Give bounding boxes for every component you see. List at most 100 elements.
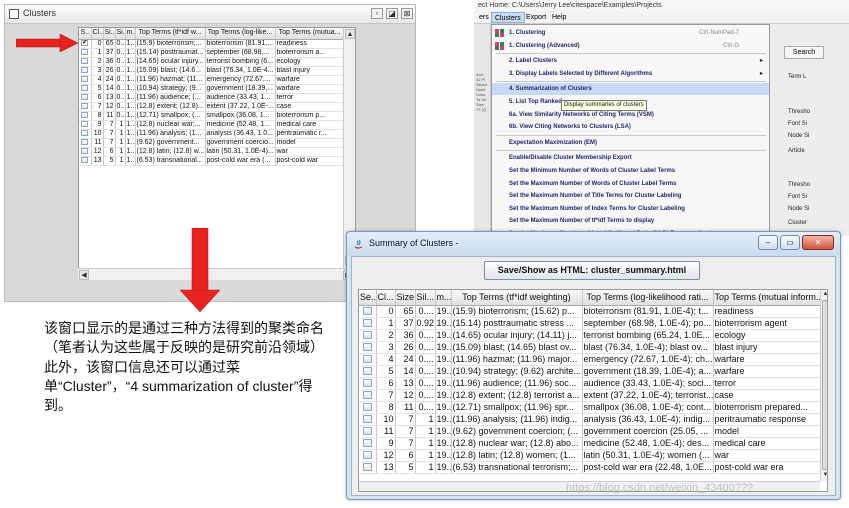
checkbox-icon[interactable] <box>81 48 89 55</box>
menu-item[interactable]: Set the Maximum Number of Title Terms fo… <box>492 190 769 202</box>
checkbox-icon[interactable] <box>362 319 372 328</box>
scroll-up-icon[interactable]: ▲ <box>345 29 355 39</box>
column-header[interactable]: Cl.. <box>91 28 104 40</box>
menu-item[interactable]: Set the Maximum Number of Index Terms fo… <box>492 203 769 215</box>
table-row[interactable]: 12611...(12.8) latin; (12.8) w...latin (… <box>79 147 345 157</box>
close-icon[interactable]: ⊠ <box>401 8 413 19</box>
scroll-down-icon[interactable]: ▼ <box>821 471 827 480</box>
table-row[interactable]: 0650....19...(15.9) bioterrorism; (15.62… <box>359 305 821 318</box>
column-header[interactable]: Top Terms (log-likelihood rati... <box>582 290 714 306</box>
column-header[interactable]: Top Terms (tf*idf w... <box>135 28 206 40</box>
table-row[interactable]: 117119...(9.62) government coercion; (..… <box>359 425 821 438</box>
menu-users[interactable]: ers <box>476 12 492 23</box>
table-row[interactable]: 5140...1...(10.94) strategy; (9...govern… <box>79 84 345 94</box>
table-row[interactable]: 126119...(12.8) latin; (12.8) women; (1.… <box>359 449 821 462</box>
column-header[interactable]: m.. <box>125 28 136 40</box>
select-checkbox[interactable] <box>359 365 377 378</box>
scroll-up-icon[interactable]: ▲ <box>821 290 827 299</box>
checkbox-icon[interactable] <box>81 147 89 154</box>
checkbox-icon[interactable] <box>362 415 372 424</box>
select-checkbox[interactable] <box>79 48 92 58</box>
column-header[interactable]: Sil... <box>415 290 436 306</box>
select-checkbox[interactable] <box>359 425 377 438</box>
select-checkbox[interactable] <box>359 413 377 426</box>
table-row[interactable]: 2360...1...(14.65) ocular injury...terro… <box>79 57 345 67</box>
column-header[interactable]: Top Terms (mutual inform... <box>713 290 821 306</box>
select-checkbox[interactable] <box>79 84 92 94</box>
checkbox-icon[interactable] <box>81 138 89 145</box>
table-row[interactable]: 107119...(11.96) analysis; (11.96) indig… <box>359 413 821 426</box>
checkbox-icon[interactable] <box>81 84 89 91</box>
menu-item[interactable]: 1. Clustering Ctrl-NumPad-7 <box>492 27 769 39</box>
column-header[interactable]: S.. <box>79 28 92 40</box>
menu-item[interactable]: Enable/Disable Cluster Membership Export <box>492 152 769 164</box>
select-checkbox[interactable] <box>79 129 92 139</box>
scroll-left-icon[interactable]: ◀ <box>79 270 89 280</box>
select-checkbox[interactable] <box>79 102 92 112</box>
table-row[interactable]: 3260...1...(15.09) blast; (14.6...blast … <box>79 66 345 76</box>
table-row[interactable]: 11711...(9.62) government...government c… <box>79 138 345 148</box>
checkbox-icon[interactable] <box>362 439 372 448</box>
select-checkbox[interactable] <box>359 377 377 390</box>
table-row[interactable]: 5140....19...(10.94) strategy; (9.62) ar… <box>359 365 821 378</box>
table-row[interactable]: 6130....19...(11.96) audience; (11.96) s… <box>359 377 821 390</box>
select-checkbox[interactable] <box>79 57 92 67</box>
menu-clusters[interactable]: Clusters <box>491 12 525 23</box>
column-header[interactable]: Top Terms (tf*idf weighting) <box>451 290 583 306</box>
table-row[interactable]: 2360....19...(14.65) ocular injury; (14.… <box>359 329 821 342</box>
minimize-button[interactable]: – <box>758 235 778 250</box>
select-checkbox[interactable] <box>359 437 377 450</box>
select-checkbox[interactable] <box>79 156 92 166</box>
checkbox-icon[interactable] <box>362 427 372 436</box>
checkbox-icon[interactable] <box>362 463 372 472</box>
select-checkbox[interactable] <box>79 138 92 148</box>
column-header[interactable]: Top Terms (mutua... <box>275 28 345 40</box>
checkbox-icon[interactable] <box>362 403 372 412</box>
search-button[interactable]: Search <box>784 46 824 59</box>
select-checkbox[interactable] <box>79 66 92 76</box>
checkbox-icon[interactable] <box>362 379 372 388</box>
table-row[interactable]: 1370...1...(15.14) posttraumat...septemb… <box>79 48 345 58</box>
table-row[interactable]: 0650...1...(15.9) bioterrorism;...bioter… <box>79 39 345 49</box>
menu-item[interactable]: Expectation Maximization (EM) <box>492 137 769 149</box>
select-checkbox[interactable] <box>359 317 377 330</box>
menu-item[interactable]: Set the Maximum Number of tf*idf Terms t… <box>492 215 769 227</box>
checkbox-icon[interactable] <box>362 391 372 400</box>
select-checkbox[interactable] <box>79 39 92 49</box>
menu-item[interactable]: 6b. View Citing Networks to Clusters (LS… <box>492 121 769 133</box>
table-row[interactable]: 135119...(6.53) transnational terrorism;… <box>359 461 821 474</box>
table-row[interactable]: 1370.9219...(15.14) posttraumatic stress… <box>359 317 821 330</box>
checkbox-icon[interactable] <box>81 129 89 136</box>
checkbox-icon[interactable] <box>362 451 372 460</box>
select-checkbox[interactable] <box>79 111 92 121</box>
menu-item[interactable]: 1. Clustering (Advanced) Ctrl-G <box>492 40 769 52</box>
table-row[interactable]: 3260....19...(15.09) blast; (14.65) blas… <box>359 341 821 354</box>
menu-item[interactable]: 4. Summarization of Clusters <box>492 83 769 96</box>
summary-vertical-scrollbar[interactable]: ▲ ▼ <box>820 290 827 481</box>
table-row[interactable]: 8110...1...(12.71) smallpox; (...smallpo… <box>79 111 345 121</box>
maximize-button[interactable]: ▭ <box>780 235 800 250</box>
save-show-html-button[interactable]: Save/Show as HTML: cluster_summary.html <box>484 261 700 280</box>
select-checkbox[interactable] <box>359 461 377 474</box>
table-row[interactable]: 13511...(6.53) transnational...post-cold… <box>79 156 345 166</box>
checkbox-icon[interactable] <box>81 66 89 73</box>
checkbox-icon[interactable] <box>81 111 89 118</box>
column-header[interactable]: Cl... <box>376 290 396 306</box>
select-checkbox[interactable] <box>359 389 377 402</box>
restore-icon[interactable]: ▫ <box>371 8 383 19</box>
menu-item[interactable]: Set the Minimum Number of Words of Clust… <box>492 165 769 177</box>
select-checkbox[interactable] <box>79 147 92 157</box>
table-row[interactable]: 10711...(11.96) analysis; (1...analysis … <box>79 129 345 139</box>
select-checkbox[interactable] <box>79 120 92 130</box>
table-row[interactable]: 97119...(12.8) nuclear war; (12.8) abo..… <box>359 437 821 450</box>
table-row[interactable]: 9711...(12.8) nuclear war;...medicine (5… <box>79 120 345 130</box>
menu-item[interactable]: Set the Maximum Number of Words of Clust… <box>492 178 769 190</box>
checkbox-icon[interactable] <box>362 307 372 316</box>
column-header[interactable]: Se... <box>359 290 377 306</box>
menu-item[interactable]: 3. Display Labels Selected by Different … <box>492 68 769 80</box>
maximize-icon[interactable]: ◪ <box>386 8 398 19</box>
checkbox-icon[interactable] <box>81 156 89 163</box>
checkbox-icon[interactable] <box>81 102 89 109</box>
checkbox-icon[interactable] <box>362 355 372 364</box>
column-header[interactable]: Si.. <box>115 28 126 40</box>
